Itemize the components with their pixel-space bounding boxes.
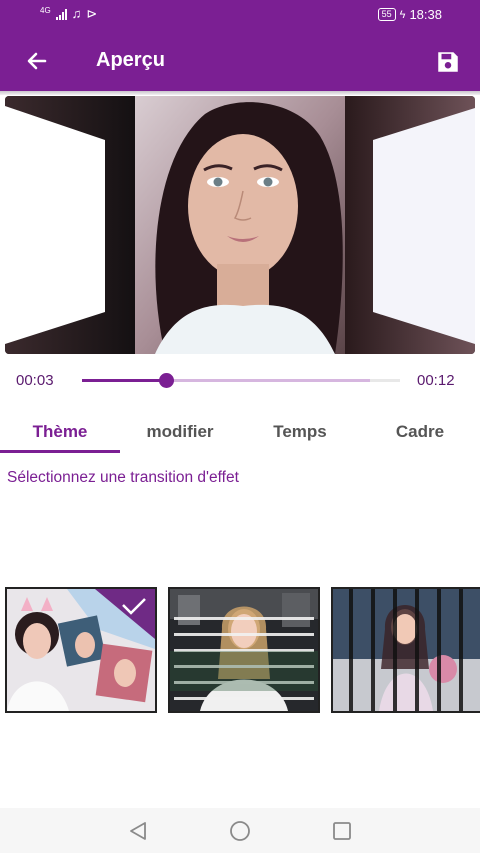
theme-item-collage[interactable] bbox=[5, 587, 157, 713]
right-door-panel bbox=[373, 108, 475, 344]
current-time: 00:03 bbox=[16, 372, 54, 389]
tab-indicator bbox=[0, 450, 120, 453]
status-left: 4G ♫ ⊳ bbox=[40, 7, 97, 21]
seek-thumb[interactable] bbox=[158, 373, 174, 388]
total-time: 00:12 bbox=[417, 372, 455, 389]
floppy-disk-icon bbox=[438, 52, 458, 72]
strips-thumbnail bbox=[333, 589, 480, 711]
square-recents-icon bbox=[333, 822, 351, 840]
theme-item-slices[interactable] bbox=[168, 587, 320, 713]
signal-icon bbox=[55, 8, 67, 20]
tab-cadre[interactable]: Cadre bbox=[360, 414, 480, 452]
seek-progress bbox=[82, 379, 166, 382]
arrow-left-icon bbox=[27, 52, 47, 70]
status-right: 55 ϟ 18:38 bbox=[377, 7, 442, 22]
flag-icon: ⊳ bbox=[86, 6, 98, 21]
tab-bar: Thème modifier Temps Cadre bbox=[0, 414, 480, 454]
collage-thumbnail bbox=[7, 589, 155, 711]
preview-image bbox=[5, 96, 475, 354]
status-time: 18:38 bbox=[409, 7, 442, 22]
nav-home-button[interactable] bbox=[226, 818, 254, 844]
system-nav-bar bbox=[0, 808, 480, 853]
page-title: Aperçu bbox=[96, 49, 165, 71]
status-bar: 4G ♫ ⊳ 55 ϟ 18:38 bbox=[0, 0, 480, 30]
left-door-panel bbox=[5, 106, 105, 344]
tab-modifier[interactable]: modifier bbox=[120, 414, 240, 452]
app-bar: Aperçu bbox=[0, 30, 480, 91]
video-preview[interactable] bbox=[5, 96, 475, 354]
network-type: 4G bbox=[40, 6, 51, 15]
theme-item-strips[interactable] bbox=[331, 587, 480, 713]
music-icon: ♫ bbox=[71, 6, 82, 21]
tab-theme[interactable]: Thème bbox=[0, 414, 120, 452]
transition-hint: Sélectionnez une transition d'effet bbox=[7, 469, 239, 486]
seek-bar[interactable] bbox=[82, 373, 400, 388]
app-bar-shadow bbox=[0, 91, 480, 95]
circle-home-icon bbox=[230, 821, 250, 841]
slices-thumbnail bbox=[170, 589, 318, 711]
back-button[interactable] bbox=[22, 46, 52, 76]
nav-back-button[interactable] bbox=[124, 818, 152, 844]
seek-remaining bbox=[370, 379, 400, 382]
triangle-back-icon bbox=[130, 822, 146, 840]
charging-icon: ϟ bbox=[399, 8, 406, 21]
nav-recents-button[interactable] bbox=[328, 818, 356, 844]
tab-temps[interactable]: Temps bbox=[240, 414, 360, 452]
battery-icon: 55 bbox=[377, 8, 396, 21]
save-button[interactable] bbox=[432, 46, 464, 78]
